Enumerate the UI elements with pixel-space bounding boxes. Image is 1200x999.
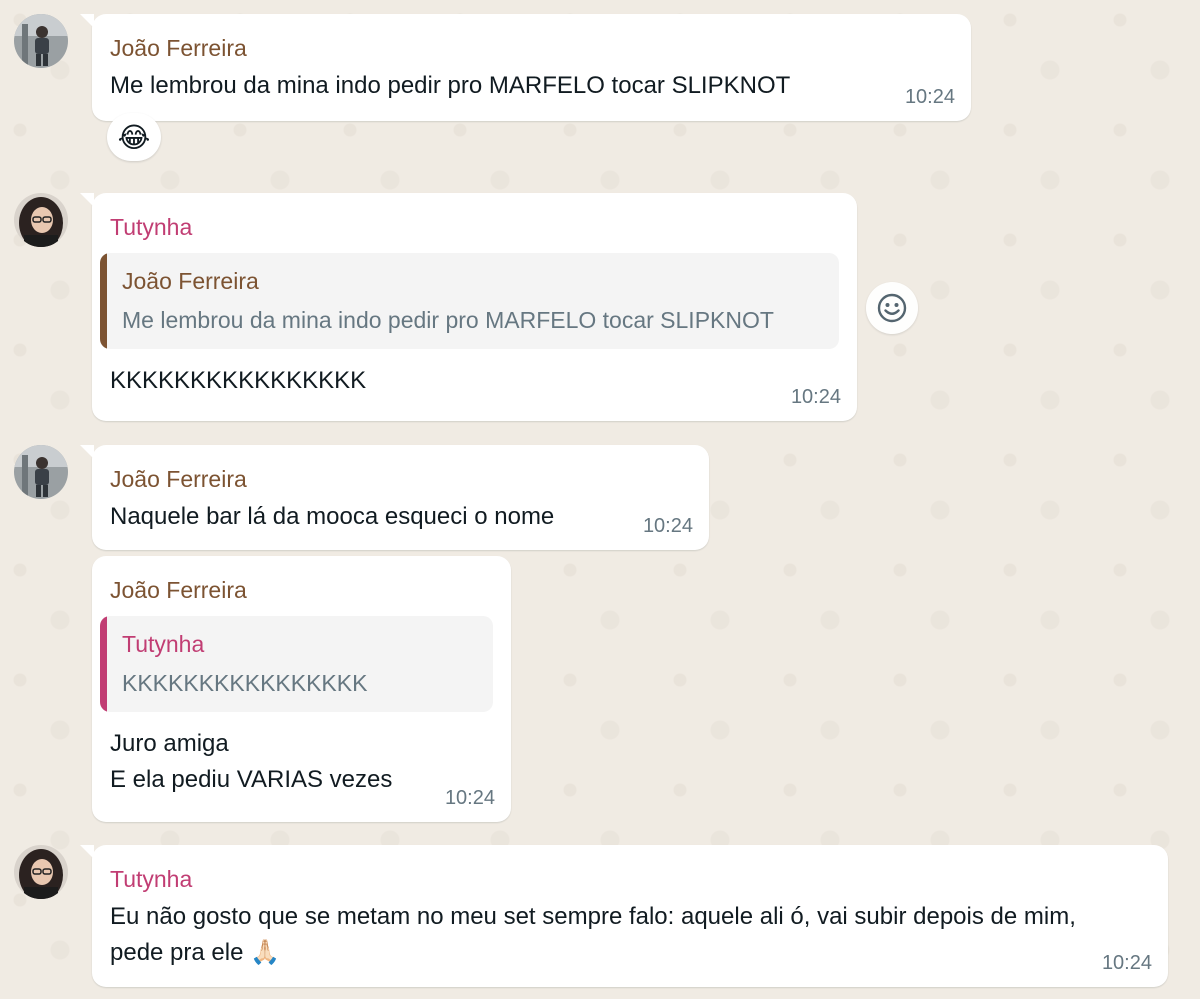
sender-name[interactable]: João Ferreira bbox=[110, 34, 953, 62]
sender-name[interactable]: Tutynha bbox=[110, 865, 1150, 893]
avatar-tutynha[interactable] bbox=[14, 845, 68, 899]
avatar-tutynha[interactable] bbox=[14, 193, 68, 247]
message-text: Juro amiga E ela pediu VARIAS vezes bbox=[110, 730, 393, 793]
add-reaction-button[interactable] bbox=[866, 282, 918, 334]
quoted-text: KKKKKKKKKKKKKKKK bbox=[122, 670, 368, 696]
avatar-joao[interactable] bbox=[14, 445, 68, 499]
smiley-icon bbox=[877, 293, 907, 323]
message-text: KKKKKKKKKKKKKKKK bbox=[110, 367, 367, 394]
message-bubble[interactable]: João Ferreira Tutynha KKKKKKKKKKKKKKKK J… bbox=[92, 556, 511, 822]
sender-name[interactable]: João Ferreira bbox=[110, 465, 691, 493]
bubble-tail bbox=[80, 445, 94, 459]
message-text: Naquele bar lá da mooca esqueci o nome bbox=[110, 503, 555, 530]
bubble-tail bbox=[80, 193, 94, 207]
message-time: 10:24 bbox=[790, 386, 841, 408]
quoted-message[interactable]: Tutynha KKKKKKKKKKKKKKKK bbox=[100, 616, 493, 712]
message-bubble[interactable]: Tutynha Eu não gosto que se metam no meu… bbox=[80, 845, 1168, 987]
message-bubble[interactable]: João Ferreira Me lembrou da mina indo pe… bbox=[80, 14, 971, 121]
bubble-tail bbox=[80, 845, 94, 859]
tears-of-joy-emoji: 😂 bbox=[117, 121, 151, 153]
quoted-text: Me lembrou da mina indo pedir pro MARFEL… bbox=[122, 307, 774, 333]
quoted-sender: Tutynha bbox=[122, 631, 205, 657]
sender-name[interactable]: Tutynha bbox=[110, 213, 839, 241]
message-text: Me lembrou da mina indo pedir pro MARFEL… bbox=[110, 72, 791, 99]
quoted-sender: João Ferreira bbox=[122, 268, 259, 294]
message-text: Eu não gosto que se metam no meu set sem… bbox=[110, 903, 1083, 966]
message-bubble[interactable]: Tutynha João Ferreira Me lembrou da mina… bbox=[80, 193, 857, 421]
message-time: 10:24 bbox=[444, 787, 495, 809]
reaction-badge[interactable]: 😂 bbox=[107, 113, 161, 161]
avatar-joao[interactable] bbox=[14, 14, 68, 68]
bubble-tail bbox=[80, 14, 94, 28]
message-time: 10:24 bbox=[1101, 952, 1152, 974]
message-time: 10:24 bbox=[904, 86, 955, 108]
quoted-message[interactable]: João Ferreira Me lembrou da mina indo pe… bbox=[100, 253, 839, 349]
sender-name[interactable]: João Ferreira bbox=[110, 576, 493, 604]
message-bubble[interactable]: João Ferreira Naquele bar lá da mooca es… bbox=[80, 445, 709, 550]
message-time: 10:24 bbox=[642, 515, 693, 537]
